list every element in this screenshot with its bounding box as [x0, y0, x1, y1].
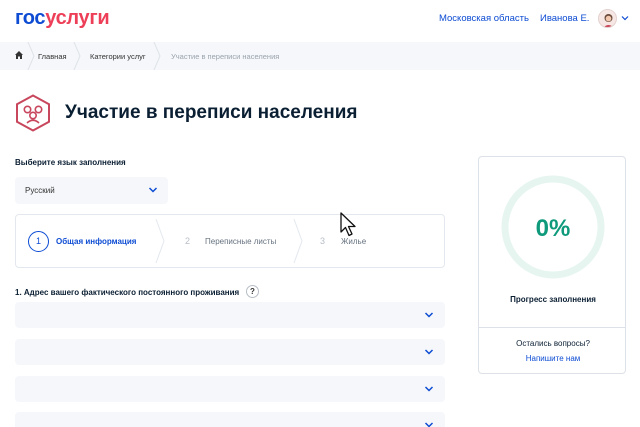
gosuslugi-logo[interactable]: госуслуги	[15, 7, 110, 30]
breadcrumb-separator	[27, 42, 35, 70]
address-field-district[interactable]	[15, 339, 445, 365]
user-name-link[interactable]: Иванова Е.	[540, 13, 589, 24]
chevron-down-icon[interactable]	[621, 14, 629, 22]
card-divider	[479, 327, 625, 328]
address-question-label: 1. Адрес вашего фактического постоянного…	[15, 288, 240, 297]
logo-part-gos: гос	[15, 7, 46, 29]
form-stepper: 1 Общая информация 2 Переписные листы 3 …	[15, 214, 445, 268]
chevron-down-icon	[424, 312, 434, 318]
step-3-number[interactable]: 3	[320, 236, 325, 246]
question-icon[interactable]: ?	[246, 285, 259, 298]
breadcrumb-current: Участие в переписи населения	[171, 52, 280, 61]
language-select[interactable]: Русский	[15, 177, 168, 204]
breadcrumb: Главная Категории услуг Участие в перепи…	[0, 42, 640, 70]
avatar[interactable]	[598, 9, 617, 28]
breadcrumb-separator	[73, 42, 81, 70]
step-3-label[interactable]: Жилье	[341, 237, 366, 246]
step-separator	[293, 218, 303, 264]
address-field-street[interactable]	[15, 412, 445, 427]
step-2-number[interactable]: 2	[185, 236, 190, 246]
step-1-label[interactable]: Общая информация	[56, 237, 136, 246]
breadcrumb-separator	[153, 42, 161, 70]
logo-part-uslugi: услуги	[45, 7, 110, 29]
address-field-region[interactable]	[15, 302, 445, 328]
step-2-label[interactable]: Переписные листы	[205, 237, 276, 246]
step-separator	[155, 218, 165, 264]
questions-text: Остались вопросы?	[516, 339, 590, 348]
chevron-down-icon	[424, 422, 434, 427]
contact-us-link[interactable]: Напишите нам	[479, 354, 627, 363]
progress-card: 0% Прогресс заполнения Остались вопросы?…	[478, 156, 626, 374]
step-1-number[interactable]: 1	[28, 231, 49, 252]
breadcrumb-home[interactable]: Главная	[38, 52, 67, 61]
address-field-city[interactable]	[15, 376, 445, 402]
region-link[interactable]: Московская область	[439, 13, 529, 24]
chevron-down-icon	[148, 187, 158, 193]
cursor-icon	[340, 212, 356, 237]
chevron-down-icon	[424, 349, 434, 355]
progress-label: Прогресс заполнения	[510, 295, 596, 304]
census-people-icon	[16, 94, 50, 132]
page-title: Участие в переписи населения	[65, 102, 358, 123]
language-selected-value: Русский	[25, 186, 55, 195]
header: госуслуги Московская область Иванова Е.	[0, 0, 640, 42]
avatar-icon	[603, 14, 614, 27]
progress-percent: 0%	[535, 215, 571, 242]
home-icon[interactable]	[14, 50, 24, 60]
breadcrumb-categories[interactable]: Категории услуг	[90, 52, 146, 61]
language-label: Выберите язык заполнения	[15, 158, 126, 167]
chevron-down-icon	[424, 386, 434, 392]
